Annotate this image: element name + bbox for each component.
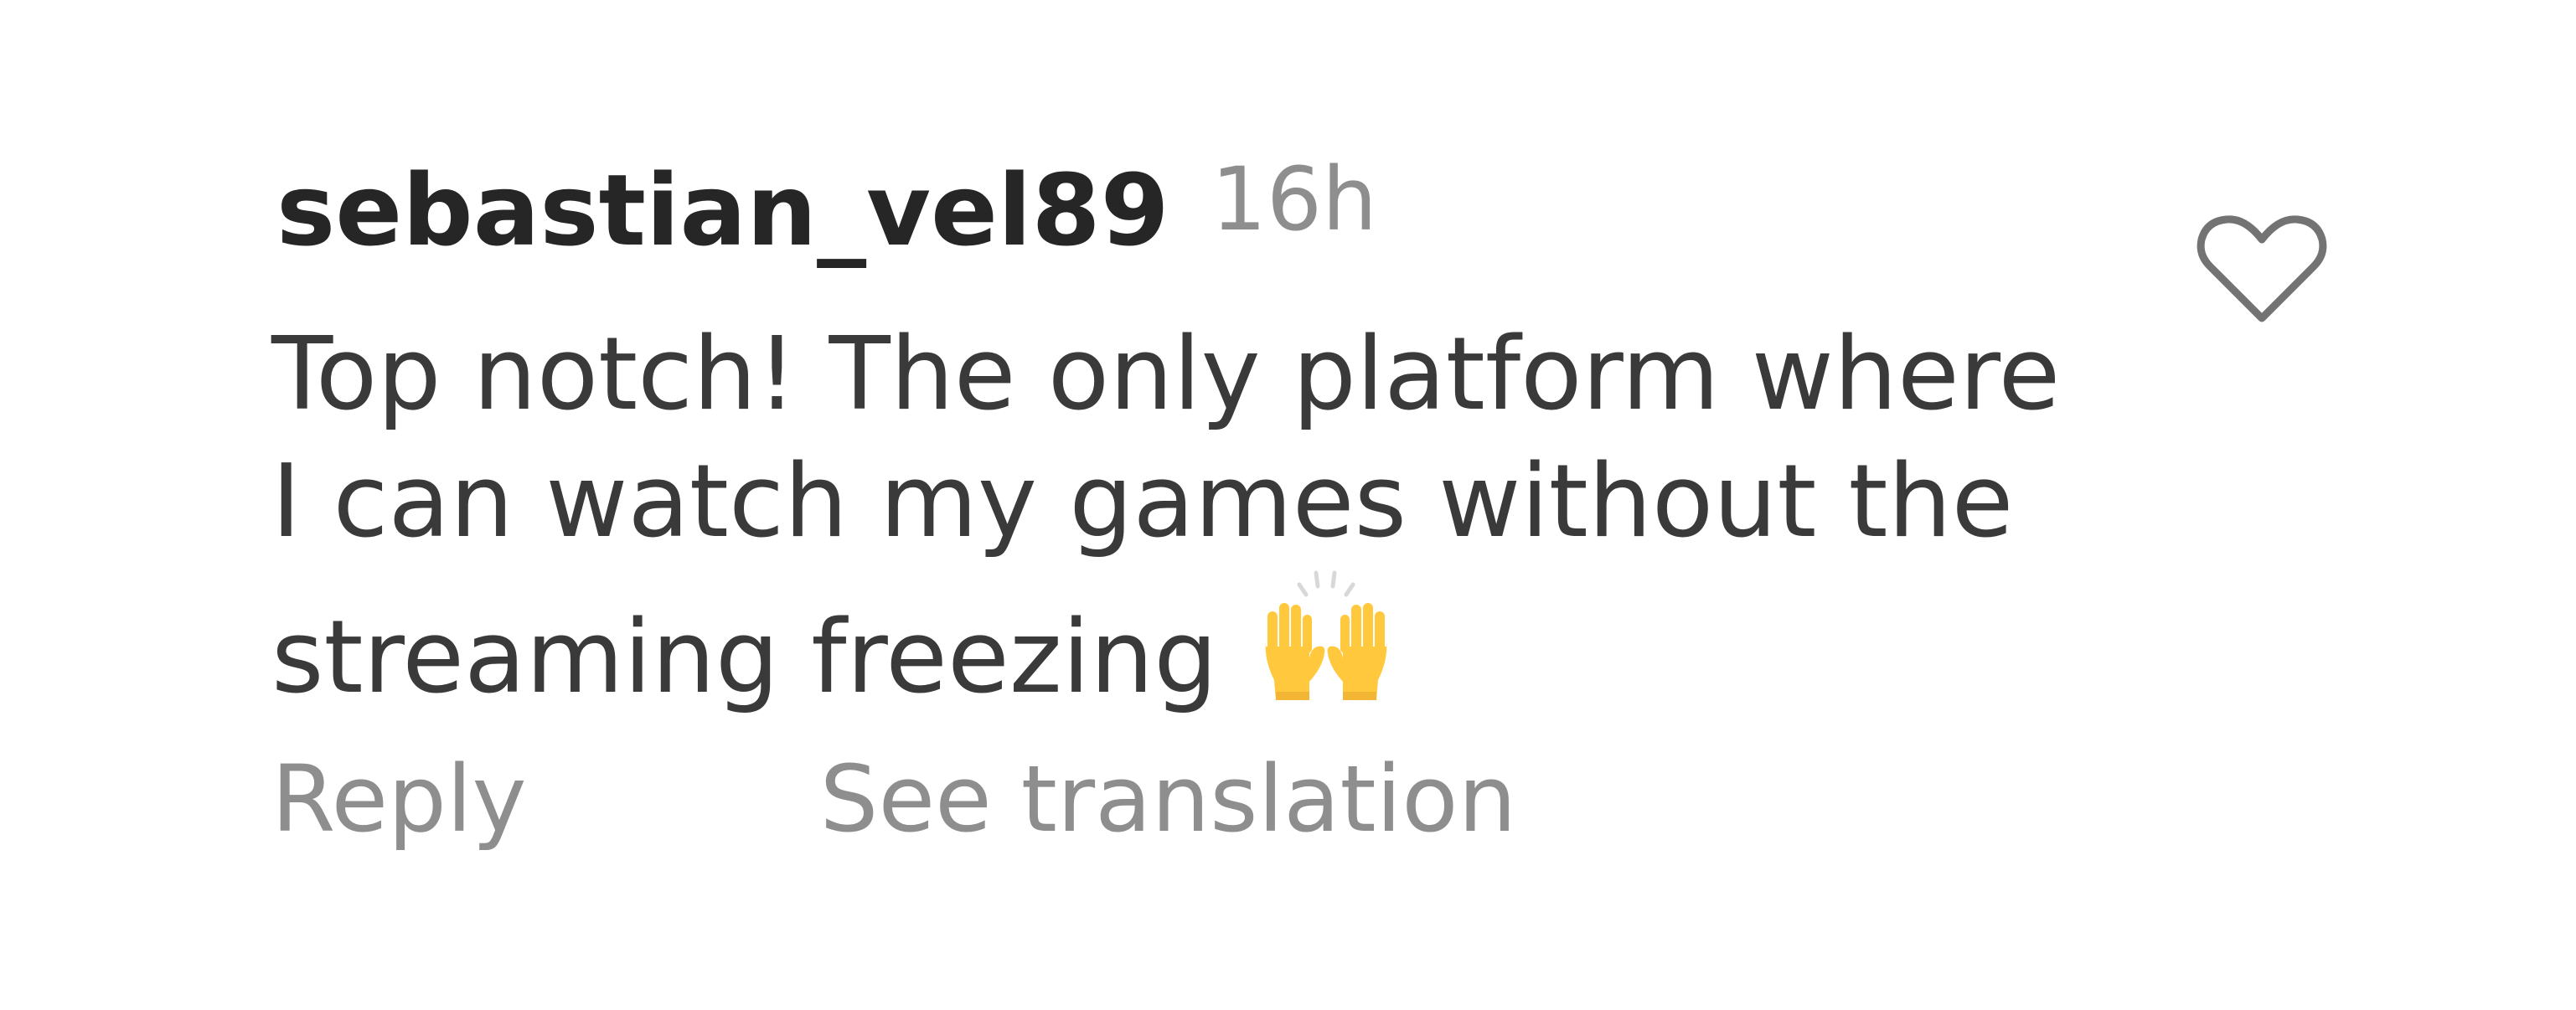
like-button[interactable] xyxy=(2195,211,2329,328)
comment-timestamp: 16h xyxy=(1211,148,1377,250)
comment-text-line-2: I can watch my games without the xyxy=(271,444,2014,560)
comment-username[interactable]: sebastian_vel89 xyxy=(276,152,1169,268)
reply-button[interactable]: Reply xyxy=(271,745,527,853)
comment-actions: Reply See translation xyxy=(271,745,1516,853)
comment-body: Top notch! The only platform where I can… xyxy=(271,312,2114,722)
comment-text-line-1: Top notch! The only platform where xyxy=(271,317,2061,433)
comment-text-line-3: streaming freezing xyxy=(271,566,2114,722)
comment-header: sebastian_vel89 16h xyxy=(276,148,1377,268)
comment-item: sebastian_vel89 16h Top notch! The only … xyxy=(0,0,2576,1010)
comment-text-line-3-text: streaming freezing xyxy=(271,600,1218,716)
raising-hands-icon xyxy=(1266,570,1387,700)
heart-outline-icon xyxy=(2197,215,2327,322)
see-translation-button[interactable]: See translation xyxy=(820,745,1517,853)
